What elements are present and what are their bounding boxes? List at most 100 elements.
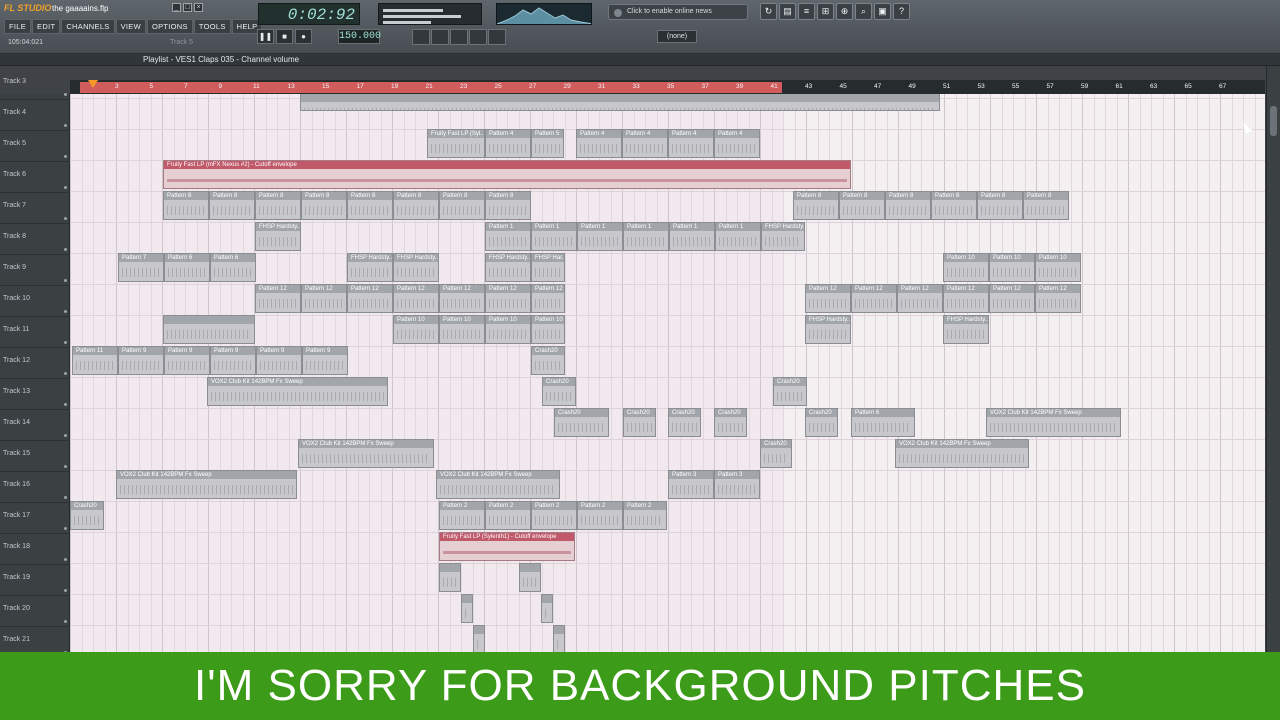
pattern-clip[interactable]: Pattern 10 — [439, 315, 485, 344]
menu-options[interactable]: OPTIONS — [146, 19, 193, 34]
pattern-clip[interactable]: Pattern 4 — [668, 129, 714, 158]
pattern-clip[interactable]: Crash20 — [714, 408, 747, 437]
pattern-clip[interactable]: Pattern 4 — [714, 129, 760, 158]
pattern-clip[interactable]: Pattern 8 — [255, 191, 301, 220]
track-header[interactable]: Track 6 — [0, 162, 70, 193]
pattern-clip[interactable]: Pattern 12 — [347, 284, 393, 313]
pattern-clip[interactable]: Pattern 12 — [485, 284, 531, 313]
track-header[interactable]: Track 14 — [0, 410, 70, 441]
pattern-clip[interactable]: Pattern 10 — [531, 315, 565, 344]
tool-icon[interactable] — [412, 29, 430, 45]
pattern-clip[interactable] — [519, 563, 541, 592]
pattern-clip[interactable]: Pattern 6 — [851, 408, 915, 437]
pattern-clip[interactable]: Pattern 2 — [485, 501, 531, 530]
menu-edit[interactable]: EDIT — [32, 19, 61, 34]
track-header[interactable]: Track 11 — [0, 317, 70, 348]
track-header[interactable]: Track 10 — [0, 286, 70, 317]
pattern-clip[interactable]: Pattern 8 — [885, 191, 931, 220]
track-header[interactable]: Track 7 — [0, 193, 70, 224]
pattern-clip[interactable]: Pattern 9 — [256, 346, 302, 375]
track-header[interactable]: Track 4 — [0, 100, 70, 131]
song-time-display[interactable]: 0:02:92 — [258, 3, 360, 25]
online-news-button[interactable]: Click to enable online news — [608, 4, 748, 20]
pattern-clip[interactable]: FHSP Hardsty... — [393, 253, 439, 282]
menu-view[interactable]: VIEW — [115, 19, 146, 34]
tool-icon[interactable] — [431, 29, 449, 45]
pattern-clip[interactable]: Crash20 — [668, 408, 701, 437]
tempo-display[interactable]: 150.000 — [338, 29, 381, 44]
pattern-clip[interactable]: Fruity Fast LP (Syl... — [427, 129, 485, 158]
pattern-clip[interactable]: Pattern 9 — [210, 346, 256, 375]
pattern-clip[interactable] — [300, 94, 940, 111]
pattern-clip[interactable]: Pattern 8 — [439, 191, 485, 220]
pattern-clip[interactable]: Pattern 12 — [851, 284, 897, 313]
pattern-clip[interactable]: Pattern 10 — [989, 253, 1035, 282]
pattern-clip[interactable]: Crash20 — [805, 408, 838, 437]
pattern-clip[interactable]: Pattern 8 — [393, 191, 439, 220]
pattern-clip[interactable]: Pattern 3 — [714, 470, 760, 499]
pattern-clip[interactable]: Pattern 3 — [668, 470, 714, 499]
track-header[interactable]: Track 12 — [0, 348, 70, 379]
pattern-clip[interactable]: VOX2 Club Kit 142BPM Fx Sweep — [298, 439, 434, 468]
track-header[interactable]: Track 17 — [0, 503, 70, 534]
pattern-clip[interactable]: Crash20 — [531, 346, 565, 375]
pattern-clip[interactable]: Pattern 1 — [531, 222, 577, 251]
pattern-clip[interactable]: FHSP Hardsty... — [805, 315, 851, 344]
pattern-clip[interactable]: VOX2 Club Kit 142BPM Fx Sweep — [116, 470, 297, 499]
pattern-clip[interactable]: Pattern 8 — [301, 191, 347, 220]
track-header[interactable]: Track 9 — [0, 255, 70, 286]
pause-icon[interactable]: ❚❚ — [257, 29, 274, 44]
pattern-clip[interactable]: Crash20 — [542, 377, 576, 406]
menu-tools[interactable]: TOOLS — [193, 19, 231, 34]
browser-icon[interactable]: ⌕ — [855, 3, 872, 20]
pattern-clip[interactable]: Pattern 12 — [897, 284, 943, 313]
pattern-clip[interactable]: Pattern 6 — [164, 253, 210, 282]
pattern-clip[interactable]: Crash20 — [554, 408, 609, 437]
pattern-clip[interactable]: Pattern 12 — [301, 284, 347, 313]
pattern-clip[interactable]: Pattern 8 — [347, 191, 393, 220]
pattern-clip[interactable] — [439, 563, 461, 592]
automation-clip[interactable]: Fruity Fast LP (mFX Nexus #2) - Cutoff e… — [163, 160, 851, 189]
maximize-icon[interactable]: □ — [183, 3, 192, 12]
pattern-clip[interactable]: Pattern 9 — [118, 346, 164, 375]
scrollbar-thumb[interactable] — [1270, 106, 1277, 136]
loop-icon[interactable]: ↻ — [760, 3, 777, 20]
pattern-clip[interactable]: Pattern 11 — [72, 346, 118, 375]
pattern-clip[interactable]: Crash20 — [70, 501, 104, 530]
record-icon[interactable]: ● — [295, 29, 312, 44]
pattern-clip[interactable]: Pattern 8 — [977, 191, 1023, 220]
pattern-clip[interactable]: VOX2 Club Kit 142BPM Fx Sweep — [895, 439, 1029, 468]
menu-channels[interactable]: CHANNELS — [61, 19, 115, 34]
track-header[interactable]: Track 18 — [0, 534, 70, 565]
track-header[interactable]: Track 3 — [0, 69, 70, 100]
pattern-clip[interactable]: Pattern 1 — [623, 222, 669, 251]
channel-rack-icon[interactable]: ⊞ — [817, 3, 834, 20]
pattern-clip[interactable] — [163, 315, 255, 344]
pattern-clip[interactable]: VOX2 Club Kit 142BPM Fx Sweep — [436, 470, 560, 499]
stop-icon[interactable]: ■ — [276, 29, 293, 44]
pattern-clip[interactable]: Pattern 4 — [622, 129, 668, 158]
track-header[interactable]: Track 8 — [0, 224, 70, 255]
menu-file[interactable]: FILE — [4, 19, 32, 34]
pattern-clip[interactable]: Pattern 2 — [623, 501, 667, 530]
playlist-icon[interactable]: ▤ — [779, 3, 796, 20]
pattern-clip[interactable]: Pattern 1 — [715, 222, 761, 251]
pattern-clip[interactable]: Pattern 12 — [255, 284, 301, 313]
pattern-clip[interactable]: Pattern 8 — [839, 191, 885, 220]
pattern-clip[interactable]: Pattern 8 — [163, 191, 209, 220]
playhead-marker[interactable] — [88, 80, 98, 88]
pattern-clip[interactable]: Pattern 2 — [531, 501, 577, 530]
pattern-clip[interactable] — [541, 594, 553, 623]
pattern-clip[interactable]: Pattern 9 — [164, 346, 210, 375]
pattern-clip[interactable]: Pattern 12 — [531, 284, 565, 313]
pattern-clip[interactable]: Pattern 2 — [577, 501, 623, 530]
pattern-clip[interactable]: Pattern 12 — [943, 284, 989, 313]
pattern-clip[interactable]: Pattern 9 — [302, 346, 348, 375]
minimize-icon[interactable]: _ — [172, 3, 181, 12]
pattern-clip[interactable]: Pattern 12 — [1035, 284, 1081, 313]
tool-icon[interactable] — [488, 29, 506, 45]
pattern-clip[interactable]: FHSP Hardsty... — [943, 315, 989, 344]
pattern-clip[interactable]: Pattern 8 — [931, 191, 977, 220]
snap-select[interactable]: (none) — [657, 30, 697, 43]
pattern-clip[interactable]: Pattern 1 — [485, 222, 531, 251]
